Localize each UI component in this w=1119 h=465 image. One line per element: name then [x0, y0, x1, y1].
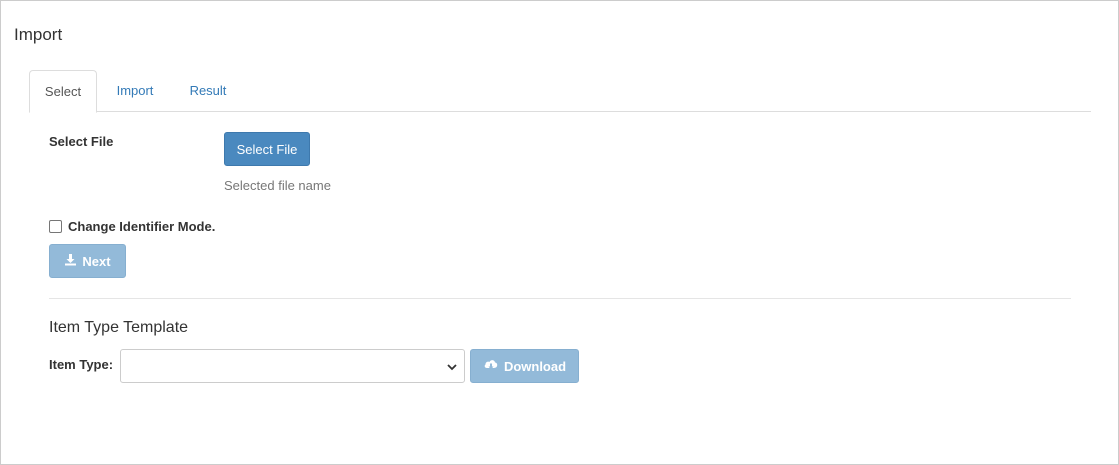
cloud-download-icon — [483, 358, 499, 374]
section-divider — [49, 298, 1071, 299]
item-type-select[interactable] — [120, 349, 465, 383]
tab-select[interactable]: Select — [29, 70, 97, 113]
select-file-label: Select File — [49, 134, 114, 149]
chevron-down-icon — [446, 360, 458, 372]
select-file-button[interactable]: Select File — [224, 132, 310, 166]
import-panel: Import Select Import Result Select File … — [0, 0, 1119, 465]
page-title: Import — [14, 25, 63, 44]
download-button[interactable]: Download — [470, 349, 579, 383]
selected-file-name: Selected file name — [224, 178, 331, 193]
next-button[interactable]: Next — [49, 244, 126, 278]
download-button-label: Download — [503, 358, 567, 374]
tab-import[interactable]: Import — [101, 70, 169, 112]
template-section-title: Item Type Template — [49, 319, 189, 336]
identifier-mode-row: Change Identifier Mode. — [49, 219, 215, 234]
tab-result[interactable]: Result — [175, 70, 241, 112]
identifier-mode-label[interactable]: Change Identifier Mode. — [68, 219, 215, 234]
download-icon — [64, 253, 77, 269]
item-type-label: Item Type: — [49, 357, 114, 372]
tab-bar: Select Import Result — [29, 70, 1091, 113]
next-button-label: Next — [82, 253, 111, 269]
identifier-mode-checkbox[interactable] — [49, 220, 62, 233]
